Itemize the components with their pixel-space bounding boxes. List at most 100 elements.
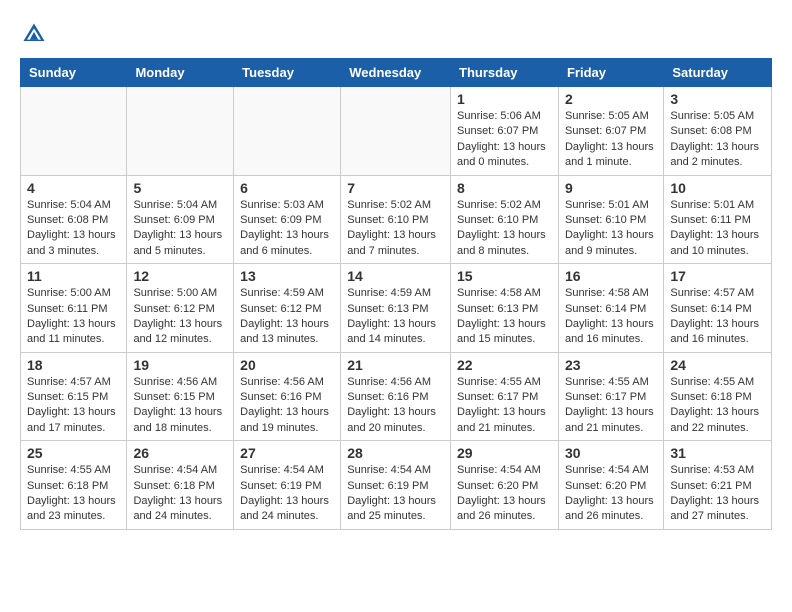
day-info: Sunrise: 5:04 AM Sunset: 6:08 PM Dayligh… [27, 198, 120, 260]
day-number: 14 [347, 268, 444, 284]
day-info: Sunrise: 5:04 AM Sunset: 6:09 PM Dayligh… [133, 198, 227, 260]
day-number: 13 [240, 268, 334, 284]
calendar-cell: 1 Sunrise: 5:06 AM Sunset: 6:07 PM Daylig… [451, 87, 559, 176]
day-info: Sunrise: 5:06 AM Sunset: 6:07 PM Dayligh… [457, 109, 552, 171]
day-number: 28 [347, 445, 444, 461]
day-info: Sunrise: 4:56 AM Sunset: 6:16 PM Dayligh… [347, 375, 444, 437]
calendar-cell: 3Sunrise: 5:05 AM Sunset: 6:08 PM Daylig… [664, 87, 772, 176]
calendar-cell: 8 Sunrise: 5:02 AM Sunset: 6:10 PM Daylig… [451, 175, 559, 264]
calendar-cell: 16 Sunrise: 4:58 AM Sunset: 6:14 PM Dayli… [558, 264, 663, 353]
day-number: 24 [670, 357, 765, 373]
day-info: Sunrise: 4:55 AM Sunset: 6:18 PM Dayligh… [27, 463, 120, 525]
calendar-cell: 11 Sunrise: 5:00 AM Sunset: 6:11 PM Dayli… [21, 264, 127, 353]
calendar-cell: 19 Sunrise: 4:56 AM Sunset: 6:15 PM Dayli… [127, 352, 234, 441]
calendar-cell: 25 Sunrise: 4:55 AM Sunset: 6:18 PM Dayli… [21, 441, 127, 530]
calendar-cell: 4Sunrise: 5:04 AM Sunset: 6:08 PM Daylig… [21, 175, 127, 264]
day-info: Sunrise: 4:57 AM Sunset: 6:15 PM Dayligh… [27, 375, 120, 437]
day-number: 11 [27, 268, 120, 284]
calendar-cell: 7Sunrise: 5:02 AM Sunset: 6:10 PM Daylig… [341, 175, 451, 264]
logo [20, 20, 52, 48]
calendar-cell: 5Sunrise: 5:04 AM Sunset: 6:09 PM Daylig… [127, 175, 234, 264]
calendar-week-4: 18 Sunrise: 4:57 AM Sunset: 6:15 PM Dayli… [21, 352, 772, 441]
calendar-cell: 23 Sunrise: 4:55 AM Sunset: 6:17 PM Dayli… [558, 352, 663, 441]
day-info: Sunrise: 4:58 AM Sunset: 6:14 PM Dayligh… [565, 286, 657, 348]
calendar-cell: 10 Sunrise: 5:01 AM Sunset: 6:11 PM Dayli… [664, 175, 772, 264]
calendar-cell: 21 Sunrise: 4:56 AM Sunset: 6:16 PM Dayli… [341, 352, 451, 441]
day-info: Sunrise: 4:56 AM Sunset: 6:16 PM Dayligh… [240, 375, 334, 437]
day-info: Sunrise: 5:00 AM Sunset: 6:11 PM Dayligh… [27, 286, 120, 348]
day-number: 20 [240, 357, 334, 373]
day-info: Sunrise: 4:59 AM Sunset: 6:12 PM Dayligh… [240, 286, 334, 348]
weekday-header-wednesday: Wednesday [341, 59, 451, 87]
calendar-cell [234, 87, 341, 176]
day-number: 10 [670, 180, 765, 196]
day-number: 18 [27, 357, 120, 373]
day-number: 16 [565, 268, 657, 284]
calendar-cell: 29 Sunrise: 4:54 AM Sunset: 6:20 PM Dayli… [451, 441, 559, 530]
day-info: Sunrise: 4:55 AM Sunset: 6:17 PM Dayligh… [457, 375, 552, 437]
day-number: 12 [133, 268, 227, 284]
day-info: Sunrise: 4:54 AM Sunset: 6:20 PM Dayligh… [565, 463, 657, 525]
day-info: Sunrise: 5:00 AM Sunset: 6:12 PM Dayligh… [133, 286, 227, 348]
day-number: 25 [27, 445, 120, 461]
day-info: Sunrise: 4:54 AM Sunset: 6:19 PM Dayligh… [347, 463, 444, 525]
calendar-cell: 20 Sunrise: 4:56 AM Sunset: 6:16 PM Dayli… [234, 352, 341, 441]
day-number: 30 [565, 445, 657, 461]
day-info: Sunrise: 5:02 AM Sunset: 6:10 PM Dayligh… [457, 198, 552, 260]
calendar-cell: 24 Sunrise: 4:55 AM Sunset: 6:18 PM Dayli… [664, 352, 772, 441]
day-info: Sunrise: 4:56 AM Sunset: 6:15 PM Dayligh… [133, 375, 227, 437]
day-info: Sunrise: 4:55 AM Sunset: 6:17 PM Dayligh… [565, 375, 657, 437]
day-info: Sunrise: 4:55 AM Sunset: 6:18 PM Dayligh… [670, 375, 765, 437]
calendar-cell: 2Sunrise: 5:05 AM Sunset: 6:07 PM Daylig… [558, 87, 663, 176]
day-number: 8 [457, 180, 552, 196]
day-info: Sunrise: 4:54 AM Sunset: 6:18 PM Dayligh… [133, 463, 227, 525]
weekday-header-sunday: Sunday [21, 59, 127, 87]
calendar-cell: 18 Sunrise: 4:57 AM Sunset: 6:15 PM Dayli… [21, 352, 127, 441]
weekday-header-thursday: Thursday [451, 59, 559, 87]
day-info: Sunrise: 5:01 AM Sunset: 6:10 PM Dayligh… [565, 198, 657, 260]
calendar-cell: 12 Sunrise: 5:00 AM Sunset: 6:12 PM Dayli… [127, 264, 234, 353]
day-number: 26 [133, 445, 227, 461]
calendar-cell: 28 Sunrise: 4:54 AM Sunset: 6:19 PM Dayli… [341, 441, 451, 530]
calendar-cell: 9 Sunrise: 5:01 AM Sunset: 6:10 PM Daylig… [558, 175, 663, 264]
day-number: 9 [565, 180, 657, 196]
weekday-header-friday: Friday [558, 59, 663, 87]
day-number: 23 [565, 357, 657, 373]
day-number: 27 [240, 445, 334, 461]
day-number: 21 [347, 357, 444, 373]
weekday-header-saturday: Saturday [664, 59, 772, 87]
day-info: Sunrise: 4:57 AM Sunset: 6:14 PM Dayligh… [670, 286, 765, 348]
calendar-cell [341, 87, 451, 176]
calendar-cell: 15 Sunrise: 4:58 AM Sunset: 6:13 PM Dayli… [451, 264, 559, 353]
day-number: 2 [565, 91, 657, 107]
calendar-table: SundayMondayTuesdayWednesdayThursdayFrid… [20, 58, 772, 530]
day-number: 15 [457, 268, 552, 284]
calendar-cell [21, 87, 127, 176]
day-number: 19 [133, 357, 227, 373]
weekday-header-tuesday: Tuesday [234, 59, 341, 87]
day-info: Sunrise: 4:58 AM Sunset: 6:13 PM Dayligh… [457, 286, 552, 348]
calendar-cell: 27Sunrise: 4:54 AM Sunset: 6:19 PM Dayli… [234, 441, 341, 530]
logo-icon [20, 20, 48, 48]
day-info: Sunrise: 4:59 AM Sunset: 6:13 PM Dayligh… [347, 286, 444, 348]
day-info: Sunrise: 5:01 AM Sunset: 6:11 PM Dayligh… [670, 198, 765, 260]
calendar-cell: 6 Sunrise: 5:03 AM Sunset: 6:09 PM Daylig… [234, 175, 341, 264]
calendar-cell: 26 Sunrise: 4:54 AM Sunset: 6:18 PM Dayli… [127, 441, 234, 530]
calendar-cell: 30 Sunrise: 4:54 AM Sunset: 6:20 PM Dayli… [558, 441, 663, 530]
weekday-header-monday: Monday [127, 59, 234, 87]
day-number: 7 [347, 180, 444, 196]
calendar-header-row: SundayMondayTuesdayWednesdayThursdayFrid… [21, 59, 772, 87]
day-number: 31 [670, 445, 765, 461]
day-info: Sunrise: 4:53 AM Sunset: 6:21 PM Dayligh… [670, 463, 765, 525]
day-info: Sunrise: 4:54 AM Sunset: 6:20 PM Dayligh… [457, 463, 552, 525]
day-info: Sunrise: 5:03 AM Sunset: 6:09 PM Dayligh… [240, 198, 334, 260]
calendar-week-1: 1 Sunrise: 5:06 AM Sunset: 6:07 PM Daylig… [21, 87, 772, 176]
calendar-cell [127, 87, 234, 176]
day-number: 1 [457, 91, 552, 107]
calendar-cell: 14 Sunrise: 4:59 AM Sunset: 6:13 PM Dayli… [341, 264, 451, 353]
day-number: 29 [457, 445, 552, 461]
day-number: 6 [240, 180, 334, 196]
calendar-cell: 17Sunrise: 4:57 AM Sunset: 6:14 PM Dayli… [664, 264, 772, 353]
page-header [20, 20, 772, 48]
day-number: 22 [457, 357, 552, 373]
